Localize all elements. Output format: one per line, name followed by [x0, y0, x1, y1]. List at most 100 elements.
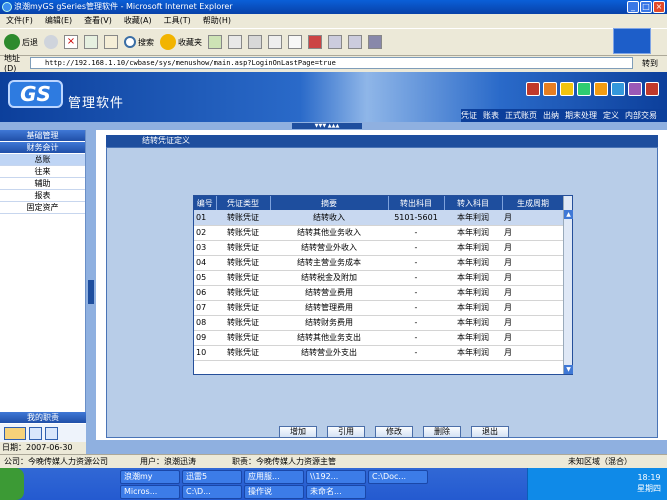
- go-button[interactable]: 转到: [633, 58, 667, 69]
- status-bar: 公司：今晚传媒人力资源公司 用户：浪潮迅涛 职责：今晚传媒人力资源主管 未知区域…: [0, 454, 667, 468]
- table-row[interactable]: 08 转账凭证 结转财务费用 - 本年利润月: [194, 315, 564, 331]
- nav-definition[interactable]: 定义: [603, 109, 619, 122]
- menu-file[interactable]: 文件(F): [6, 14, 33, 28]
- cell-summary: 结转主营业务成本: [270, 255, 388, 271]
- header-home-icon[interactable]: [526, 82, 540, 96]
- favorites-button[interactable]: 收藏夹: [160, 34, 202, 50]
- reference-button[interactable]: 引用: [327, 426, 365, 438]
- plugin-icon[interactable]: [308, 35, 322, 49]
- modify-button[interactable]: 修改: [375, 426, 413, 438]
- sidebar-splitter[interactable]: [86, 130, 96, 454]
- close-button[interactable]: ×: [653, 1, 665, 13]
- task-item[interactable]: \\192...: [306, 470, 366, 484]
- forward-arrow-icon[interactable]: [44, 35, 58, 49]
- cell-in-account: 本年利润: [444, 345, 502, 361]
- cell-no: 10: [194, 345, 216, 361]
- sidebar-section-basic[interactable]: 基础管理: [0, 130, 85, 142]
- col-header-summary[interactable]: 摘要: [270, 196, 389, 210]
- print-icon[interactable]: [248, 35, 262, 49]
- scroll-up-icon[interactable]: ▲: [564, 210, 573, 219]
- nav-period-end[interactable]: 期末处理: [565, 109, 597, 122]
- collapse-header-handle[interactable]: ▼▼▼ ▲▲▲: [292, 123, 362, 129]
- clock[interactable]: 18:19 星期四: [637, 472, 661, 494]
- search-button[interactable]: 搜索: [124, 36, 154, 48]
- col-header-no[interactable]: 编号: [194, 196, 217, 210]
- cell-cycle: 月: [502, 345, 564, 361]
- sidebar-section-finance[interactable]: 财务会计: [0, 142, 85, 154]
- cell-voucher-type: 转账凭证: [216, 225, 270, 241]
- task-item[interactable]: 迅雷5: [182, 470, 242, 484]
- table-row[interactable]: 04 转账凭证 结转主营业务成本 - 本年利润月: [194, 255, 564, 271]
- voucher-table: 编号 凭证类型 摘要 转出科目 转入科目 生成周期 01 转账凭证 结转收入 5101…: [194, 196, 565, 361]
- table-row[interactable]: 09 转账凭证 结转其他业务支出 - 本年利润月: [194, 330, 564, 346]
- menu-tools[interactable]: 工具(T): [164, 14, 191, 28]
- task-item[interactable]: 应用服...: [244, 470, 304, 484]
- col-header-cycle[interactable]: 生成周期: [502, 196, 565, 210]
- add-button[interactable]: 增加: [279, 426, 317, 438]
- home-icon[interactable]: [104, 35, 118, 49]
- research-icon[interactable]: [348, 35, 362, 49]
- menu-view[interactable]: 查看(V): [84, 14, 112, 28]
- col-header-out-account[interactable]: 转出科目: [388, 196, 445, 210]
- back-arrow-icon: [4, 34, 20, 50]
- minimize-button[interactable]: _: [627, 1, 639, 13]
- task-item[interactable]: C:\D...: [182, 485, 242, 499]
- task-item[interactable]: C:\Doc...: [368, 470, 428, 484]
- stop-icon[interactable]: ×: [64, 35, 78, 49]
- nav-ledger[interactable]: 账表: [483, 109, 499, 122]
- mail-icon[interactable]: [228, 35, 242, 49]
- delete-button[interactable]: 删除: [423, 426, 461, 438]
- collapse-nav-icon[interactable]: [45, 426, 58, 440]
- refresh-icon[interactable]: [84, 35, 98, 49]
- col-header-in-account[interactable]: 转入科目: [444, 196, 503, 210]
- sidebar-item-general-ledger[interactable]: 总账: [0, 154, 85, 166]
- header-book-icon[interactable]: [611, 82, 625, 96]
- table-row[interactable]: 06 转账凭证 结转营业费用 - 本年利润月: [194, 285, 564, 301]
- scroll-down-icon[interactable]: ▼: [564, 365, 573, 374]
- sidebar-item-receivables[interactable]: 往来: [0, 166, 85, 178]
- maximize-button[interactable]: □: [640, 1, 652, 13]
- menu-edit[interactable]: 编辑(E): [45, 14, 72, 28]
- back-button[interactable]: 后退: [4, 34, 38, 50]
- menu-help[interactable]: 帮助(H): [203, 14, 231, 28]
- discuss-icon[interactable]: [288, 35, 302, 49]
- toolbar-extra-icon[interactable]: [368, 35, 382, 49]
- grid-scrollbar[interactable]: ▲ ▼: [563, 196, 573, 374]
- col-header-voucher-type[interactable]: 凭证类型: [216, 196, 271, 210]
- edit-icon[interactable]: [268, 35, 282, 49]
- task-item[interactable]: Micros...: [120, 485, 180, 499]
- messenger-icon[interactable]: [328, 35, 342, 49]
- task-item[interactable]: 未命名...: [306, 485, 366, 499]
- sidebar-item-auxiliary[interactable]: 辅助: [0, 178, 85, 190]
- table-row[interactable]: 05 转账凭证 结转税金及附加 - 本年利润月: [194, 270, 564, 286]
- task-item[interactable]: 浪潮my: [120, 470, 180, 484]
- sidebar-item-fixed-assets[interactable]: 固定资产: [0, 202, 85, 214]
- address-input[interactable]: http://192.168.1.10/cwbase/sys/menushow/…: [30, 57, 633, 69]
- header-folder-icon[interactable]: [560, 82, 574, 96]
- nav-internal-trade[interactable]: 内部交易: [625, 109, 657, 122]
- table-row[interactable]: 03 转账凭证 结转营业外收入 - 本年利润月: [194, 240, 564, 256]
- media-icon[interactable]: [208, 35, 222, 49]
- menu-favorites[interactable]: 收藏(A): [124, 14, 152, 28]
- start-button[interactable]: [0, 468, 24, 500]
- header-note-icon[interactable]: [594, 82, 608, 96]
- refresh-nav-icon[interactable]: [29, 426, 42, 440]
- header-mail-icon[interactable]: [577, 82, 591, 96]
- sidebar-item-reports[interactable]: 报表: [0, 190, 85, 202]
- header-tool-icon[interactable]: [543, 82, 557, 96]
- cell-summary: 结转收入: [270, 210, 388, 226]
- table-row[interactable]: 07 转账凭证 结转管理费用 - 本年利润月: [194, 300, 564, 316]
- nav-cashier[interactable]: 出纳: [543, 109, 559, 122]
- user-group-icon[interactable]: [4, 426, 26, 440]
- splitter-handle[interactable]: [88, 280, 94, 304]
- table-row[interactable]: 01 转账凭证 结转收入 5101-5601 本年利润月: [194, 210, 564, 226]
- exit-button[interactable]: 退出: [471, 426, 509, 438]
- nav-formal-ledger[interactable]: 正式账页: [505, 109, 537, 122]
- header-help-icon[interactable]: [628, 82, 642, 96]
- task-item[interactable]: 操作说: [244, 485, 304, 499]
- table-row[interactable]: 10 转账凭证 结转营业外支出 - 本年利润月: [194, 345, 564, 361]
- table-row[interactable]: 02 转账凭证 结转其他业务收入 - 本年利润月: [194, 225, 564, 241]
- header-exit-icon[interactable]: [645, 82, 659, 96]
- nav-voucher[interactable]: 凭证: [461, 109, 477, 122]
- sidebar-section-my-duties[interactable]: 我的职责: [0, 412, 86, 424]
